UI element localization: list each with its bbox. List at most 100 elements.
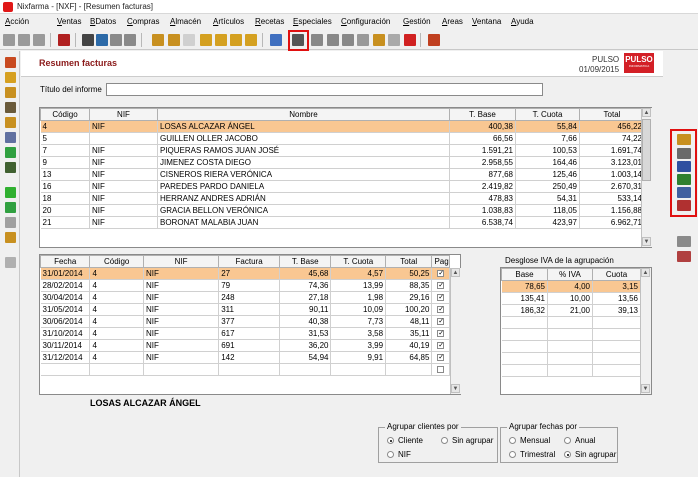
table-row[interactable]: 20 NIF GRACIA BELLON VERÓNICA 1.038,83 118,0…: [40, 204, 645, 217]
table-row[interactable]: 16 NIF PAREDES PARDO DANIELA 2.419,82 250,49…: [40, 180, 645, 193]
first-icon[interactable]: [200, 34, 212, 46]
settings-icon[interactable]: [5, 217, 16, 228]
col-total[interactable]: Total: [385, 255, 433, 268]
prev-icon[interactable]: [215, 34, 227, 46]
col-pct-iva[interactable]: % IVA: [547, 268, 593, 281]
scroll-up-icon[interactable]: ▲: [642, 108, 651, 117]
checklist-icon[interactable]: [96, 34, 108, 46]
radio-cliente[interactable]: Cliente: [387, 436, 423, 445]
report-title-input[interactable]: [106, 83, 543, 96]
vat-grid[interactable]: Base % IVA Cuota 78,65 4,00 3,15 135,41 10,0…: [500, 267, 652, 395]
table-row[interactable]: 5 GUILLEN OLLER JACOBO 66,56 7,66 74,22: [40, 132, 645, 145]
table-row[interactable]: 13 NIF CISNEROS RIERA VERÓNICA 877,68 125,46…: [40, 168, 645, 181]
stats-icon[interactable]: [5, 147, 16, 158]
cancel-icon[interactable]: [110, 34, 122, 46]
table-row[interactable]: 30/04/2014 4 NIF 248 27,18 1,98 29,16 ✓: [40, 291, 450, 304]
calendar-icon[interactable]: [677, 236, 691, 247]
vat-scrollbar[interactable]: ▲ ▼: [640, 268, 651, 394]
grid-icon[interactable]: [677, 148, 691, 159]
col-nif[interactable]: NIF: [89, 108, 158, 121]
col-pag[interactable]: Pag.: [431, 255, 450, 268]
paid-checkbox[interactable]: ✓: [437, 282, 445, 290]
menu-ayuda[interactable]: Ayuda: [511, 17, 534, 26]
euro-icon[interactable]: [270, 34, 282, 46]
sales-icon[interactable]: [5, 57, 16, 68]
menu-recetas[interactable]: Recetas: [255, 17, 284, 26]
last-icon[interactable]: [245, 34, 257, 46]
table-row[interactable]: 18 NIF HERRANZ ANDRES ADRIÁN 478,83 54,31 533…: [40, 192, 645, 205]
scroll-up-icon[interactable]: ▲: [641, 268, 650, 277]
col-fecha[interactable]: Fecha: [39, 255, 91, 268]
col-base[interactable]: Base: [501, 268, 548, 281]
print-icon[interactable]: [82, 34, 94, 46]
table-row[interactable]: 31/01/2014 4 NIF 27 45,68 4,57 50,25 ✓: [40, 267, 450, 280]
menu-ventana[interactable]: Ventana: [472, 17, 501, 26]
cart-icon[interactable]: [388, 34, 400, 46]
table-row[interactable]: 135,41 10,00 13,56: [501, 292, 641, 305]
clients-scrollbar[interactable]: ▲ ▼: [641, 108, 652, 247]
paid-checkbox[interactable]: ✓: [437, 354, 445, 362]
line-chart-icon[interactable]: [677, 187, 691, 198]
table-row[interactable]: 9 NIF JIMENEZ COSTA DIEGO 2.958,55 164,46 3.1…: [40, 156, 645, 169]
paid-checkbox[interactable]: ✓: [437, 318, 445, 326]
table-row[interactable]: 7 NIF PIQUERAS RAMOS JUAN JOSÉ 1.591,21 100,…: [40, 144, 645, 157]
menu-bdatos[interactable]: BDatos: [90, 17, 116, 26]
col-factura[interactable]: Factura: [218, 255, 280, 268]
report-config-icon[interactable]: [677, 134, 691, 145]
edit-icon[interactable]: [33, 34, 45, 46]
menu-almacen[interactable]: Almacén: [170, 17, 201, 26]
table-row[interactable]: 30/06/2014 4 NIF 377 40,38 7,73 48,11 ✓: [40, 315, 450, 328]
paid-checkbox[interactable]: ✓: [437, 270, 445, 278]
col-t-cuota[interactable]: T. Cuota: [330, 255, 387, 268]
menu-configuracion[interactable]: Configuración: [341, 17, 390, 26]
document-icon[interactable]: [124, 34, 136, 46]
column-chart-icon[interactable]: [677, 200, 691, 211]
table-row[interactable]: 28/02/2014 4 NIF 79 74,36 13,99 88,35 ✓: [40, 279, 450, 292]
table-row[interactable]: 31/10/2014 4 NIF 617 31,53 3,58 35,11 ✓: [40, 327, 450, 340]
bar-chart-icon[interactable]: [677, 161, 691, 172]
next-icon[interactable]: [230, 34, 242, 46]
col-t-base[interactable]: T. Base: [278, 255, 332, 268]
menu-areas[interactable]: Areas: [442, 17, 463, 26]
table-row[interactable]: 31/05/2014 4 NIF 311 90,11 10,09 100,20 ✓: [40, 303, 450, 316]
menu-especiales[interactable]: Especiales: [293, 17, 332, 26]
paid-checkbox[interactable]: ✓: [437, 342, 445, 350]
radio-sin-agrupar-fechas[interactable]: Sin agrupar: [564, 450, 616, 459]
menu-ventas[interactable]: Ventas: [57, 17, 81, 26]
new-icon[interactable]: [3, 34, 15, 46]
scroll-thumb[interactable]: [642, 119, 651, 181]
col-nif[interactable]: NIF: [142, 255, 220, 268]
menu-articulos[interactable]: Artículos: [213, 17, 244, 26]
table-row[interactable]: 30/11/2014 4 NIF 691 36,20 3,99 40,19 ✓: [40, 339, 450, 352]
scroll-down-icon[interactable]: ▼: [642, 237, 651, 246]
clients-grid[interactable]: Código NIF Nombre T. Base T. Cuota Total…: [39, 107, 652, 248]
star-icon[interactable]: [183, 34, 195, 46]
col-nombre[interactable]: Nombre: [157, 108, 450, 121]
scroll-down-icon[interactable]: ▼: [451, 384, 460, 393]
tools-icon[interactable]: [342, 34, 354, 46]
radio-trimestral[interactable]: Trimestral: [509, 450, 555, 459]
paid-checkbox[interactable]: ✓: [437, 306, 445, 314]
import-icon[interactable]: [373, 34, 385, 46]
table-row[interactable]: 21 NIF BORONAT MALABIA JUAN 6.538,74 423,97 6…: [40, 216, 645, 229]
radio-sin-agrupar[interactable]: Sin agrupar: [441, 436, 493, 445]
table-row[interactable]: 4 NIF LOSAS ALCAZAR ÁNGEL 400,38 55,84 456,22: [40, 120, 645, 133]
exit-icon[interactable]: [58, 34, 70, 46]
col-codigo[interactable]: Código: [89, 255, 144, 268]
scroll-down-icon[interactable]: ▼: [641, 384, 650, 393]
stop-icon[interactable]: [357, 34, 369, 46]
add-icon[interactable]: [5, 187, 16, 198]
copy-icon[interactable]: [152, 34, 164, 46]
pen-icon[interactable]: [5, 132, 16, 143]
box-icon[interactable]: [5, 117, 16, 128]
cart-icon[interactable]: [5, 102, 16, 113]
menu-accion[interactable]: Acción: [5, 17, 29, 26]
table-row[interactable]: 78,65 4,00 3,15: [501, 280, 641, 293]
menu-compras[interactable]: Compras: [127, 17, 159, 26]
paid-checkbox[interactable]: ✓: [437, 294, 445, 302]
paid-checkbox[interactable]: [437, 366, 445, 374]
col-total[interactable]: Total: [579, 108, 645, 121]
home-icon[interactable]: [428, 34, 440, 46]
col-codigo[interactable]: Código: [40, 108, 90, 121]
filter-icon[interactable]: [168, 34, 180, 46]
